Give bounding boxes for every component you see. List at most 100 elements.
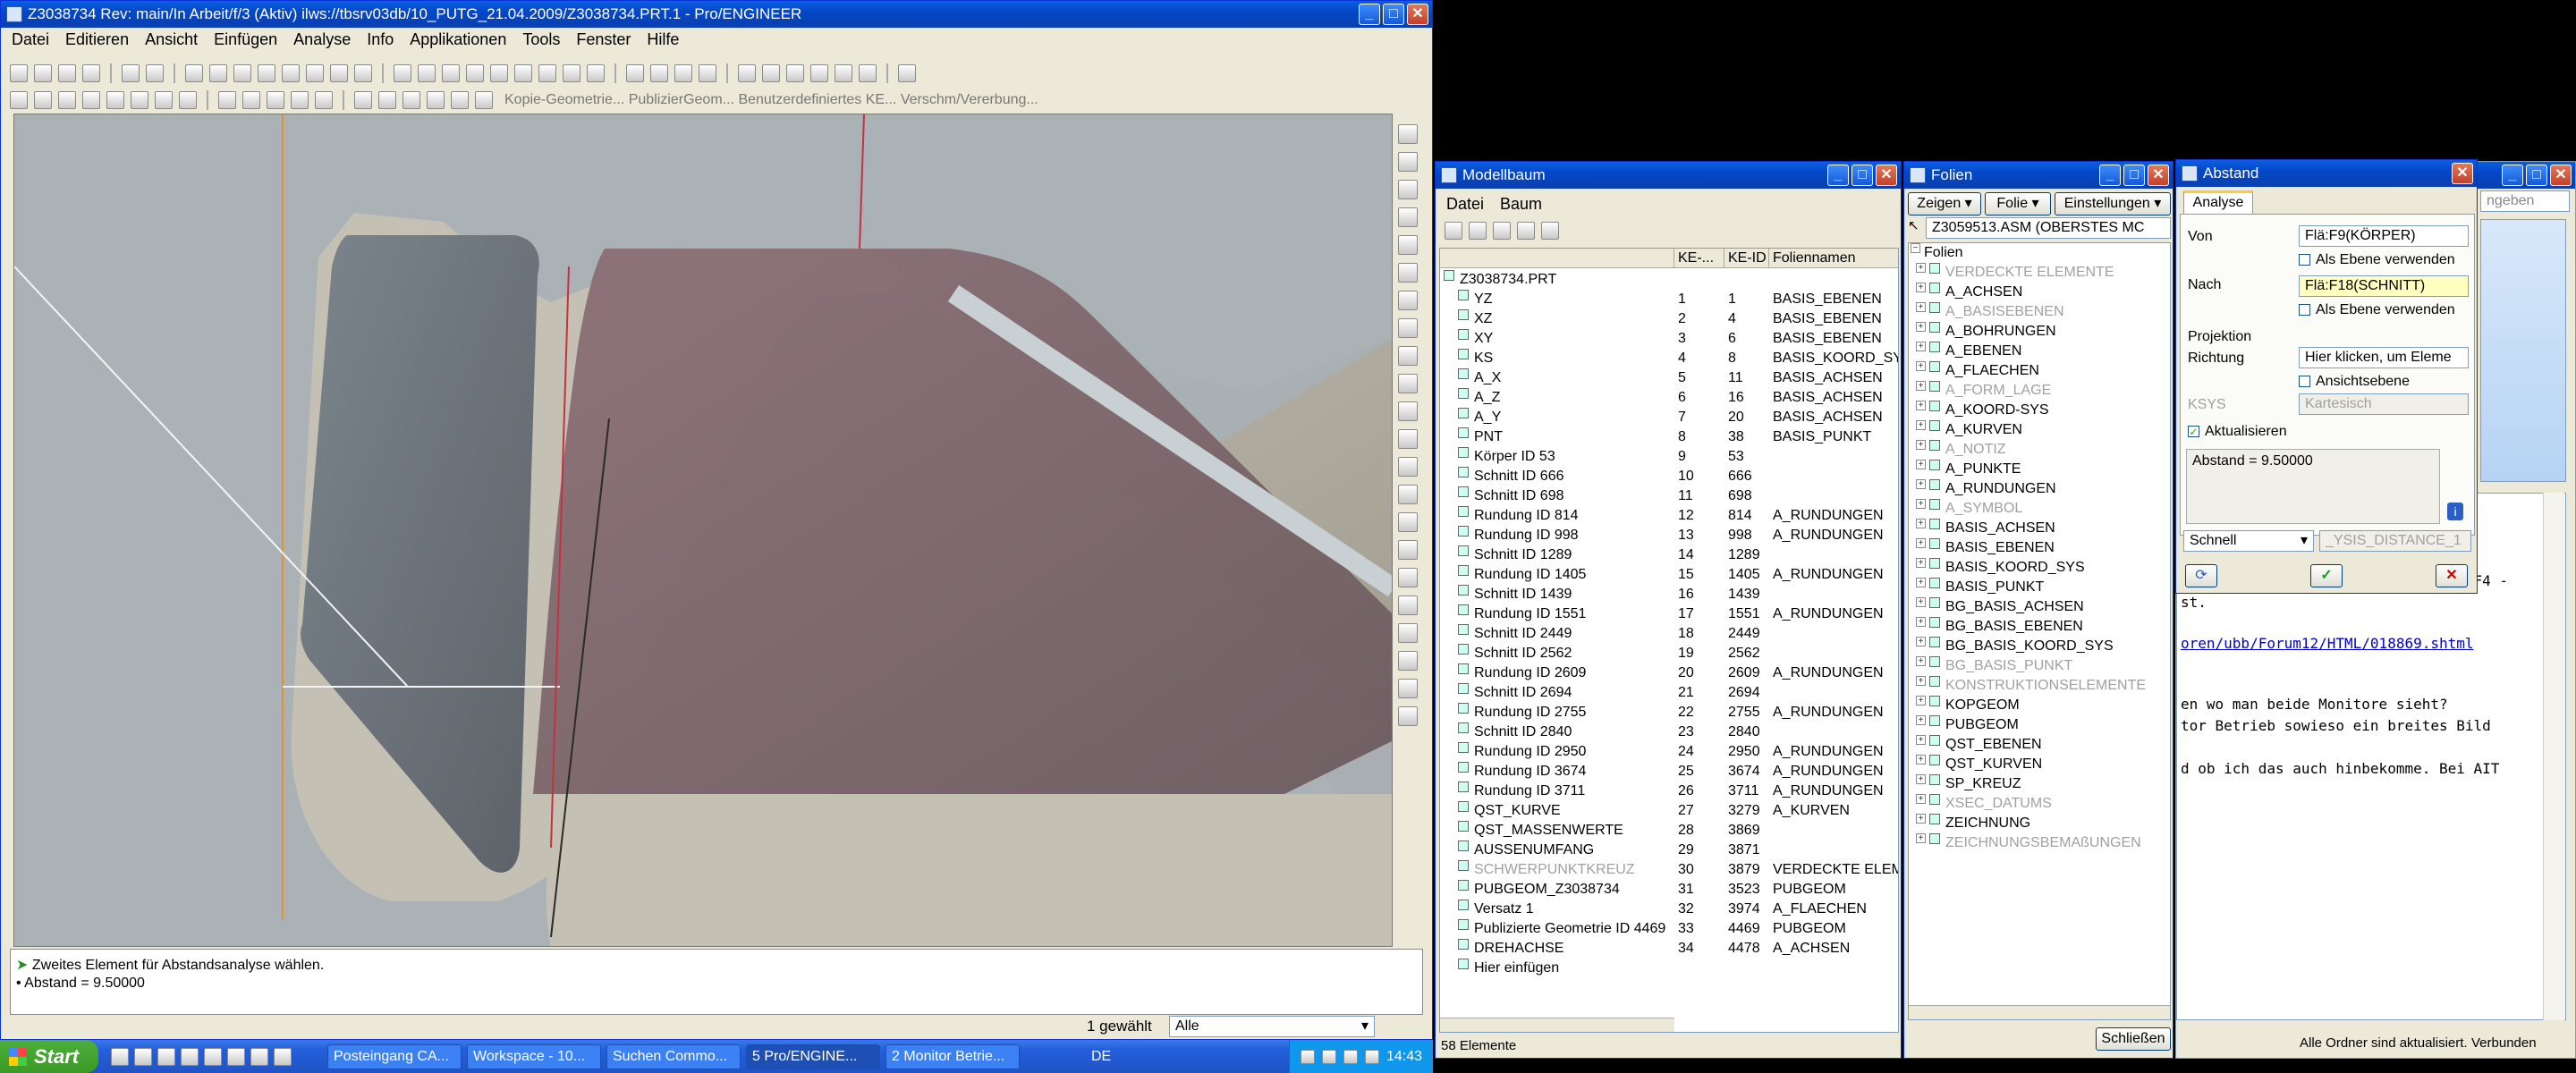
menu-analyse[interactable]: Analyse <box>293 28 351 51</box>
coordinate-system-icon[interactable] <box>810 64 828 82</box>
expand-icon[interactable]: + <box>1916 814 1926 824</box>
expand-icon[interactable]: + <box>1916 460 1926 469</box>
tree-row[interactable]: Versatz 1 32 3974 A_FLAECHEN <box>1440 900 1898 919</box>
minimize-icon[interactable]: _ <box>1359 4 1380 25</box>
browser-search-input[interactable]: ngeben <box>2480 190 2570 212</box>
expand-icon[interactable]: + <box>1916 715 1926 725</box>
tree-row[interactable]: KS 4 8 BASIS_KOORD_SY <box>1440 349 1898 368</box>
expand-icon[interactable]: + <box>1916 538 1926 548</box>
minimize-icon[interactable]: _ <box>2502 165 2523 186</box>
menu-tools[interactable]: Tools <box>522 28 560 51</box>
aktualisieren-checkbox[interactable]: Aktualisieren <box>2188 424 2287 440</box>
close-icon[interactable]: ✕ <box>1407 4 1428 25</box>
tree-row[interactable]: XZ 2 4 BASIS_EBENEN <box>1440 309 1898 329</box>
layer-row[interactable]: + A_RUNDUNGEN <box>1909 479 2170 499</box>
tree-row[interactable]: Schnitt ID 2562 19 2562 <box>1440 644 1898 663</box>
volume-icon[interactable] <box>1364 1049 1379 1064</box>
orient-icon[interactable] <box>442 64 460 82</box>
revolve-icon[interactable] <box>242 91 260 109</box>
family-table-icon[interactable] <box>58 91 76 109</box>
layer-row[interactable]: + A_ACHSEN <box>1909 283 2170 302</box>
tree-row[interactable]: Schnitt ID 2694 21 2694 <box>1440 683 1898 703</box>
expand-icon[interactable]: + <box>1916 283 1926 292</box>
app-icon[interactable] <box>274 1047 292 1066</box>
layer-row[interactable]: + A_FORM_LAGE <box>1909 381 2170 401</box>
tree-row[interactable]: Körper ID 53 9 53 <box>1440 447 1898 467</box>
nach-field[interactable]: Flä:F18(SCHNITT) <box>2299 275 2469 297</box>
hole-tool-icon[interactable] <box>1398 457 1418 477</box>
layer-row[interactable]: + A_FLAECHEN <box>1909 361 2170 381</box>
layer-row[interactable]: + A_NOTIZ <box>1909 440 2170 460</box>
model-tree-icon[interactable] <box>10 91 28 109</box>
revolve-tool-icon[interactable] <box>1398 346 1418 366</box>
print-icon[interactable] <box>82 64 100 82</box>
language-indicator[interactable]: DE <box>1091 1049 1111 1065</box>
expand-icon[interactable]: + <box>1916 774 1926 784</box>
close-icon[interactable]: ✕ <box>1876 165 1897 186</box>
expand-icon[interactable]: + <box>1916 637 1926 646</box>
mail-icon[interactable] <box>157 1047 175 1066</box>
layer-row[interactable]: + BASIS_KOORD_SYS <box>1909 558 2170 578</box>
tree-row[interactable]: Schnitt ID 2449 18 2449 <box>1440 624 1898 644</box>
layer-row[interactable]: + BASIS_PUNKT <box>1909 578 2170 597</box>
selection-filter[interactable]: Alle ▾ <box>1169 1016 1375 1037</box>
tree-column-header[interactable] <box>1440 249 1674 268</box>
mode-select[interactable]: Schnell ▾ <box>2183 530 2314 552</box>
tree-row[interactable]: Rundung ID 3711 26 3711 A_RUNDUNGEN <box>1440 782 1898 801</box>
datum-axis-tool-icon[interactable] <box>179 91 197 109</box>
tree-row[interactable]: Schnitt ID 1289 14 1289 <box>1440 545 1898 565</box>
round-tool-icon[interactable] <box>1398 568 1418 587</box>
tree-row[interactable]: DREHACHSE 34 4478 A_ACHSEN <box>1440 939 1898 959</box>
expand-icon[interactable]: + <box>1916 361 1926 371</box>
tree-row[interactable]: PNT 8 38 BASIS_PUNKT <box>1440 427 1898 447</box>
tree-row[interactable]: Rundung ID 998 13 998 A_RUNDUNGEN <box>1440 526 1898 545</box>
reorient-icon[interactable] <box>538 64 556 82</box>
tree-hscroll[interactable] <box>1440 1018 1674 1032</box>
maximize-icon[interactable]: □ <box>2526 165 2547 186</box>
layer-row[interactable]: + A_EBENEN <box>1909 342 2170 361</box>
sweep-icon[interactable] <box>267 91 284 109</box>
word-icon[interactable] <box>204 1047 222 1066</box>
explorer-icon[interactable] <box>181 1047 199 1066</box>
menu-fenster[interactable]: Fenster <box>576 28 631 51</box>
merge-icon[interactable] <box>1398 651 1418 671</box>
folien-titlebar[interactable]: Folien _ □ ✕ <box>1904 162 2173 189</box>
style-icon[interactable] <box>1398 429 1418 449</box>
paste-special-icon[interactable] <box>306 64 324 82</box>
assembly-select[interactable]: Z3059513.ASM (OBERSTES MC <box>1926 217 2171 239</box>
close-icon[interactable]: ✕ <box>2550 165 2572 186</box>
tree-row[interactable]: Rundung ID 2755 22 2755 A_RUNDUNGEN <box>1440 703 1898 722</box>
tree-settings-icon[interactable] <box>1517 222 1535 240</box>
expand-icon[interactable]: + <box>1916 735 1926 745</box>
layer-row[interactable]: + A_SYMBOL <box>1909 499 2170 519</box>
layer-row[interactable]: + KONSTRUKTIONSELEMENTE <box>1909 676 2170 696</box>
undo-icon[interactable] <box>185 64 203 82</box>
expand-icon[interactable]: + <box>1916 499 1926 509</box>
einstellungen-menu-button[interactable]: Einstellungen ▾ <box>2055 192 2171 215</box>
layer-row[interactable]: + QST_KURVEN <box>1909 755 2170 774</box>
spin-center-icon[interactable] <box>418 64 436 82</box>
expand-icon[interactable]: + <box>1916 302 1926 312</box>
shading-icon[interactable] <box>699 64 716 82</box>
analysis-icon[interactable] <box>1398 291 1418 310</box>
csys-tool-icon[interactable] <box>1398 263 1418 283</box>
expand-icon[interactable]: + <box>1916 479 1926 489</box>
cad-model-view[interactable] <box>14 114 1393 947</box>
datum-point-icon[interactable] <box>1398 235 1418 255</box>
layer-row[interactable]: + ZEICHNUNG <box>1909 814 2170 833</box>
datum-plane-icon[interactable] <box>1398 124 1418 144</box>
expand-icon[interactable]: + <box>1916 597 1926 607</box>
proe-titlebar[interactable]: Z3038734 Rev: main/In Arbeit/f/3 (Aktiv)… <box>1 1 1432 28</box>
maximize-icon[interactable]: □ <box>1383 4 1404 25</box>
cut-icon[interactable] <box>233 64 251 82</box>
chamfer-icon[interactable] <box>378 91 396 109</box>
hole-icon[interactable] <box>315 91 333 109</box>
layer-row[interactable]: + XSEC_DATUMS <box>1909 794 2170 814</box>
expand-icon[interactable]: + <box>1916 833 1926 843</box>
tray-icon[interactable] <box>1300 1049 1315 1064</box>
datum-curve-icon[interactable] <box>1398 180 1418 199</box>
layer-row[interactable]: + A_PUNKTE <box>1909 460 2170 479</box>
post-link[interactable]: oren/ubb/Forum12/HTML/018869.shtml <box>2181 633 2565 655</box>
spin-icon[interactable] <box>859 64 877 82</box>
tree-row[interactable]: Schnitt ID 698 11 698 <box>1440 486 1898 506</box>
